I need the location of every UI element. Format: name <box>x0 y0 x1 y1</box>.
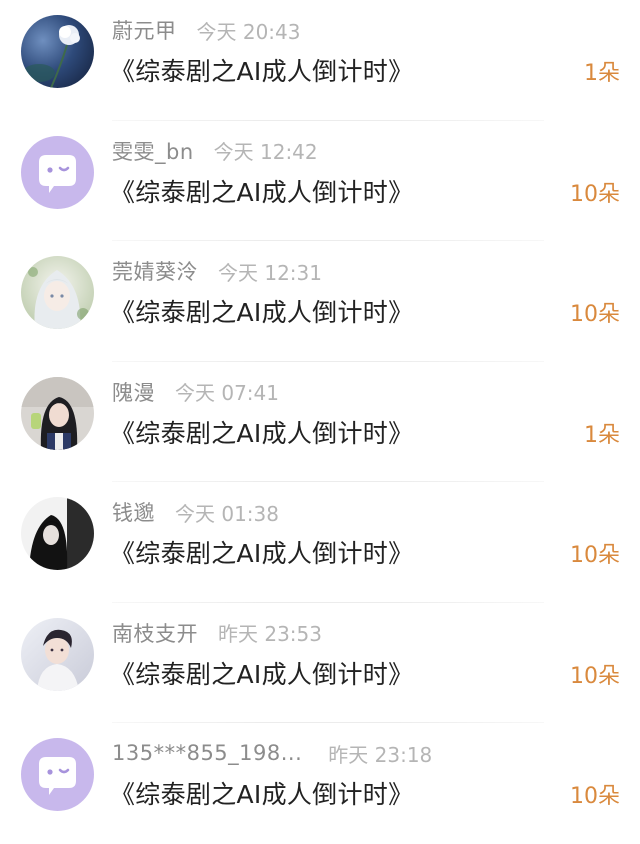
avatar-man-photo[interactable] <box>21 617 94 691</box>
list-item[interactable]: 雯雯_bn 今天 12:42 《综泰剧之AI成人倒计时》 10朵 <box>0 121 640 241</box>
book-title[interactable]: 《综泰剧之AI成人倒计时》 <box>110 655 413 691</box>
timestamp: 昨天 23:53 <box>218 622 322 646</box>
gift-amount: 10朵 <box>570 302 620 327</box>
default-chat-avatar-icon[interactable] <box>21 738 94 811</box>
book-title[interactable]: 《综泰剧之AI成人倒计时》 <box>110 173 413 209</box>
user-name: 莞婧葵泠 <box>112 260 198 284</box>
timestamp: 昨天 23:18 <box>328 742 433 767</box>
timestamp: 今天 01:38 <box>175 501 279 526</box>
user-name: 隗漫 <box>112 380 155 405</box>
book-title[interactable]: 《综泰剧之AI成人倒计时》 <box>110 414 413 450</box>
user-name: 南枝支开 <box>112 621 198 646</box>
book-title[interactable]: 《综泰剧之AI成人倒计时》 <box>110 293 413 329</box>
timestamp: 今天 12:31 <box>218 260 322 285</box>
gift-record-list: 蔚元甲 今天 20:43 《综泰剧之AI成人倒计时》 1朵 雯雯_bn 今天 1… <box>0 0 640 831</box>
book-title[interactable]: 《综泰剧之AI成人倒计时》 <box>110 52 413 88</box>
list-item[interactable]: 隗漫 今天 07:41 《综泰剧之AI成人倒计时》 1朵 <box>0 362 640 482</box>
book-title[interactable]: 《综泰剧之AI成人倒计时》 <box>110 534 413 570</box>
list-item[interactable]: 莞婧葵泠 今天 12:31 《综泰剧之AI成人倒计时》 10朵 <box>0 241 640 362</box>
gift-amount: 10朵 <box>570 784 620 809</box>
list-item[interactable]: 135***855_198... 昨天 23:18 《综泰剧之AI成人倒计时》 … <box>0 723 640 844</box>
gift-amount: 1朵 <box>584 61 620 86</box>
avatar-flower-photo[interactable] <box>21 15 94 88</box>
list-item[interactable]: 南枝支开 昨天 23:53 《综泰剧之AI成人倒计时》 10朵 <box>0 603 640 723</box>
user-name: 钱邈 <box>112 501 155 525</box>
timestamp: 今天 07:41 <box>175 381 279 405</box>
avatar-girl-photo[interactable] <box>21 376 94 450</box>
list-item[interactable]: 蔚元甲 今天 20:43 《综泰剧之AI成人倒计时》 1朵 <box>0 0 640 121</box>
gift-amount: 10朵 <box>570 181 620 207</box>
book-title[interactable]: 《综泰剧之AI成人倒计时》 <box>110 775 413 811</box>
list-item[interactable]: 钱邈 今天 01:38 《综泰剧之AI成人倒计时》 10朵 <box>0 482 640 603</box>
user-name: 蔚元甲 <box>112 19 177 43</box>
timestamp: 今天 12:42 <box>213 140 318 164</box>
user-name: 135***855_198... <box>112 741 303 765</box>
timestamp: 今天 20:43 <box>196 19 301 44</box>
avatar-dark-photo[interactable] <box>21 497 94 570</box>
gift-amount: 10朵 <box>570 543 620 568</box>
gift-amount: 10朵 <box>570 663 620 689</box>
default-chat-avatar-icon[interactable] <box>21 135 94 209</box>
gift-amount: 1朵 <box>584 422 620 448</box>
avatar-anime-girl[interactable] <box>21 256 94 329</box>
user-name: 雯雯_bn <box>112 139 194 164</box>
